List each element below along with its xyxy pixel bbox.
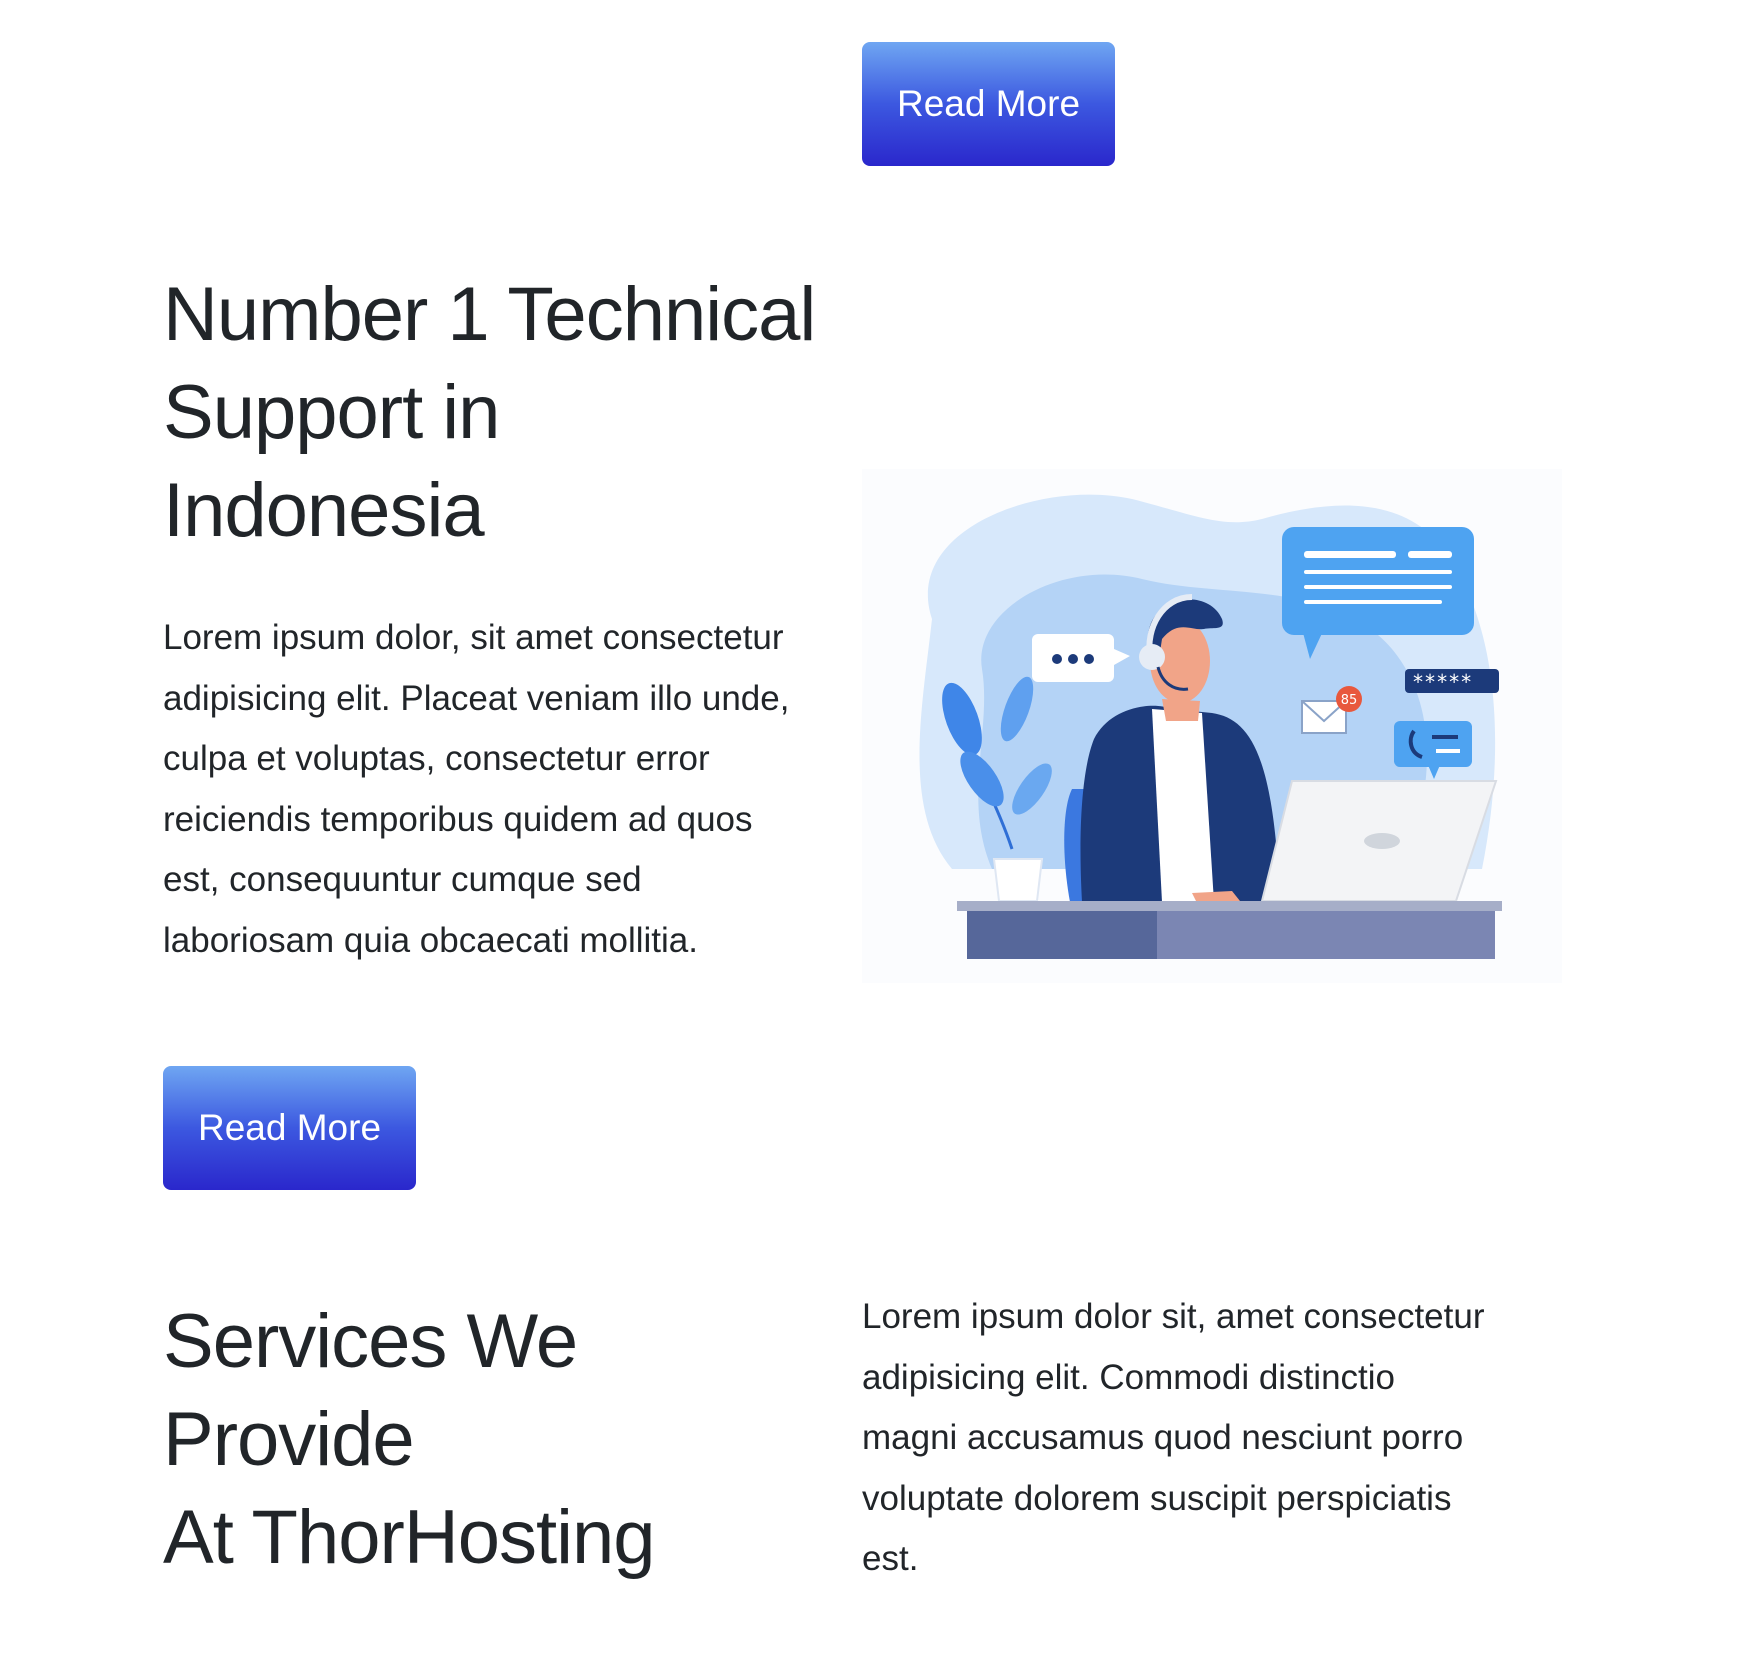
svg-text:*****: ***** xyxy=(1412,670,1472,694)
services-description-line: voluptate dolorem suscipit perspiciatis xyxy=(862,1478,1452,1518)
services-title-line: Provide xyxy=(163,1397,415,1482)
hero-read-more-button[interactable]: Read More xyxy=(163,1066,416,1190)
services-title-line: Services We xyxy=(163,1299,578,1384)
services-title: Services We Provide At ThorHosting xyxy=(163,1293,656,1587)
hero-title: Number 1 Technical Support in Indonesia xyxy=(163,266,816,560)
hero-title-line: Number 1 Technical xyxy=(163,272,816,357)
services-description-line: Lorem ipsum dolor sit, amet consectetur xyxy=(862,1297,1485,1336)
customer-support-agent-illustration: ***** 85 xyxy=(862,469,1562,983)
services-description-line: adipisicing elit. Commodi distinctio xyxy=(862,1357,1395,1397)
hero-description-line: laboriosam quia obcaecati mollitia. xyxy=(163,920,698,960)
hero-description-line: est, consequuntur cumque sed xyxy=(163,860,642,899)
password-field-icon: ***** xyxy=(1405,669,1499,694)
hero-description-line: culpa et voluptas, consectetur error xyxy=(163,739,710,778)
hero-description: Lorem ipsum dolor, sit amet consectetur … xyxy=(163,608,789,971)
services-title-line: At ThorHosting xyxy=(163,1495,656,1580)
hero-title-line: Support in xyxy=(163,370,500,455)
svg-text:85: 85 xyxy=(1341,693,1358,708)
hero-description-line: Lorem ipsum dolor, sit amet consectetur xyxy=(163,618,784,657)
hero-title-line: Indonesia xyxy=(163,468,485,553)
services-description-line: magni accusamus quod nesciunt porro xyxy=(862,1418,1464,1457)
top-read-more-button[interactable]: Read More xyxy=(862,42,1115,166)
hero-description-line: adipisicing elit. Placeat veniam illo un… xyxy=(163,678,790,718)
services-description-line: est. xyxy=(862,1539,919,1578)
hero-description-line: reiciendis temporibus quidem ad quos xyxy=(163,799,753,839)
services-description: Lorem ipsum dolor sit, amet consectetur … xyxy=(862,1287,1484,1590)
